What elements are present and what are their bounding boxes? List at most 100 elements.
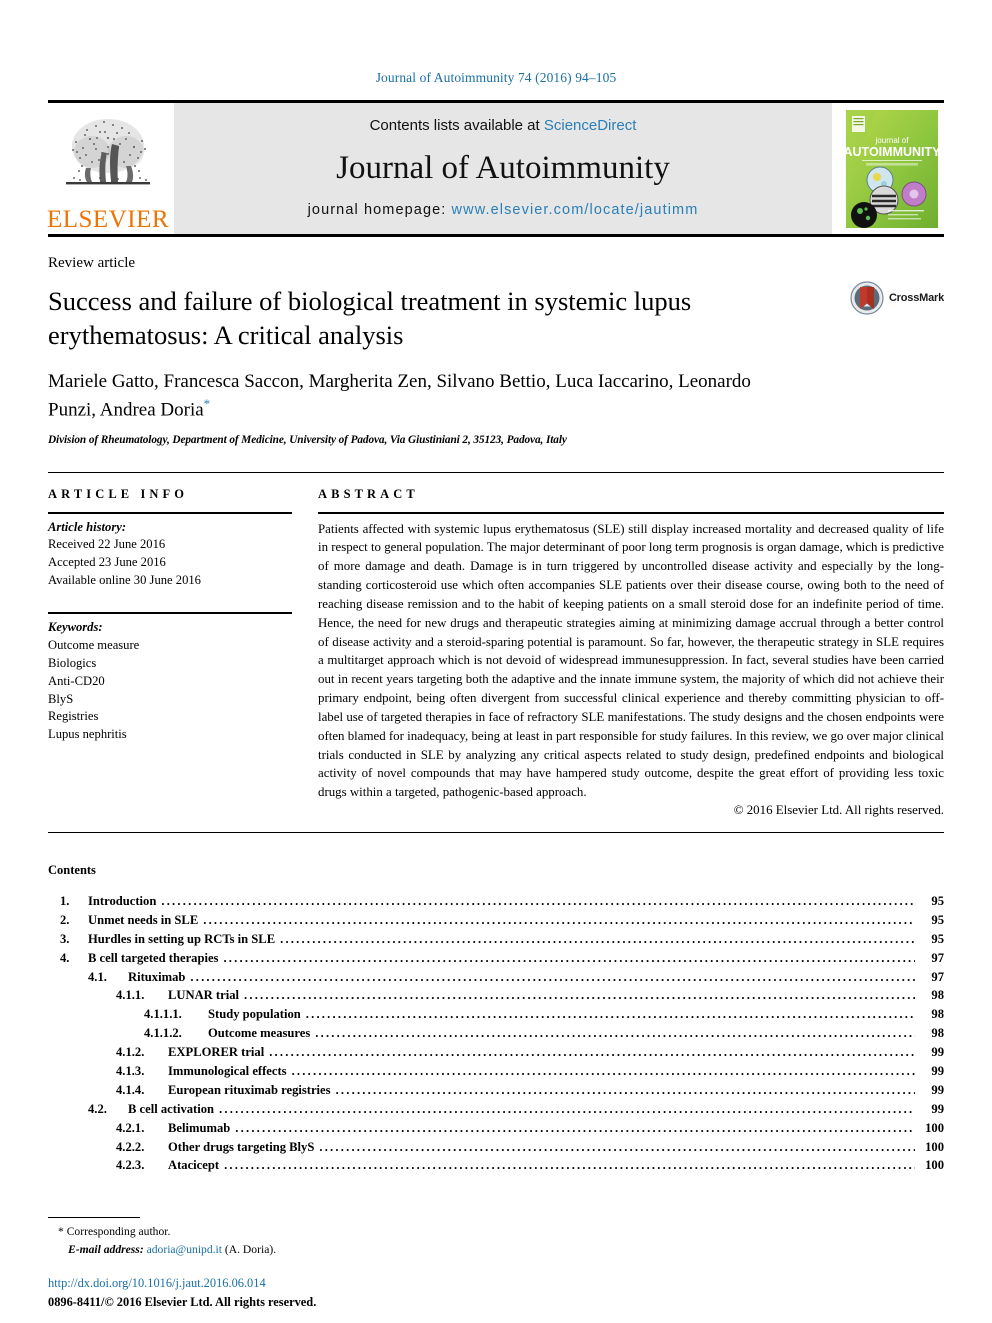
toc-page-number: 98 (931, 1007, 944, 1022)
toc-row[interactable]: 4.1.3. Immunological effects.............… (48, 1062, 944, 1081)
email-suffix: (A. Doria). (224, 1242, 277, 1256)
article-history-group: Article history: Received 22 June 2016 A… (48, 514, 292, 591)
toc-label: Study population (208, 1007, 301, 1022)
toc-label: LUNAR trial (168, 988, 240, 1003)
journal-homepage-url[interactable]: www.elsevier.com/locate/jautimm (452, 202, 699, 218)
toc-page-number: 95 (931, 894, 944, 908)
toc-row[interactable]: 4.2.1. Belimumab.........................… (48, 1119, 944, 1138)
issn-copyright-line: 0896-8411/© 2016 Elsevier Ltd. All right… (48, 1294, 317, 1309)
toc-number: 4. (60, 950, 70, 965)
table-of-contents: 1. Introduction..........................… (48, 892, 944, 1175)
toc-row[interactable]: 4.1.4. European rituximab registries.....… (48, 1081, 944, 1100)
author-names: Mariele Gatto, Francesca Saccon, Margher… (48, 370, 751, 421)
toc-page-number: 98 (931, 1026, 944, 1041)
toc-number: 4.1. (88, 969, 107, 984)
toc-row[interactable]: 4.1.1.2. Outcome measures................… (48, 1024, 944, 1043)
toc-page-number: 95 (931, 912, 944, 927)
svg-text:AUTOIMMUNITY: AUTOIMMUNITY (846, 145, 938, 159)
elsevier-tree-icon (66, 119, 150, 185)
toc-row[interactable]: 2. Unmet needs in SLE....................… (48, 911, 944, 930)
article-history-item: Available online 30 June 2016 (48, 573, 201, 588)
keywords-group: Keywords: Outcome measure Biologics Anti… (48, 607, 292, 744)
toc-page-number: 98 (931, 988, 944, 1003)
toc-label: EXPLORER trial (168, 1045, 265, 1060)
toc-number: 4.1.1.2. (144, 1026, 182, 1041)
toc-row[interactable]: 4.2.3. Atacicept.........................… (48, 1156, 944, 1175)
toc-leader-dots: ........................................… (291, 1064, 915, 1079)
toc-leader-dots: ........................................… (190, 969, 915, 984)
crossmark-label: CrossMark (888, 292, 944, 304)
toc-label: Other drugs targeting BlyS (168, 1139, 315, 1154)
corresponding-author-note: * Corresponding author. (48, 1223, 944, 1240)
doi-link[interactable]: http://dx.doi.org/10.1016/j.jaut.2016.06… (48, 1274, 944, 1293)
abstract-heading: ABSTRACT (318, 486, 419, 501)
crossmark-badge[interactable]: CrossMark (850, 281, 944, 315)
article-type-tag: Review article (48, 255, 136, 271)
contents-available-line: Contents lists available at ScienceDirec… (370, 117, 637, 134)
toc-row[interactable]: 4.1.1.1. Study population................… (48, 1005, 944, 1024)
toc-row[interactable]: 4. B cell targeted therapies.............… (48, 949, 944, 968)
toc-row[interactable]: 4.1.1. LUNAR trial.......................… (48, 986, 944, 1005)
toc-number: 4.1.1. (116, 988, 145, 1003)
toc-leader-dots: ........................................… (224, 1158, 915, 1173)
toc-number: 4.2.2. (116, 1139, 145, 1154)
abstract-column: ABSTRACT Patients affected with systemic… (318, 487, 944, 818)
toc-page-number: 100 (925, 1139, 944, 1154)
email-label: E-mail address: (68, 1242, 144, 1256)
info-abstract-block: ARTICLE INFO Article history: Received 2… (48, 471, 944, 818)
toc-leader-dots: ........................................… (235, 1120, 915, 1135)
corresponding-author-marker: * (203, 396, 211, 412)
footnote-rule (48, 1217, 140, 1219)
keyword-item: Lupus nephritis (48, 727, 127, 742)
masthead-center: Contents lists available at ScienceDirec… (174, 103, 832, 234)
elsevier-logo: ELSEVIER (47, 103, 169, 234)
footnotes-section: * Corresponding author. E-mail address: … (48, 1217, 944, 1311)
article-history-item: Received 22 June 2016 (48, 537, 166, 552)
toc-row[interactable]: 1. Introduction..........................… (48, 892, 944, 911)
keywords-label: Keywords: (48, 620, 103, 635)
corresponding-author-text: Corresponding author. (66, 1225, 171, 1239)
toc-page-number: 99 (931, 1064, 944, 1079)
journal-masthead: ELSEVIER Contents lists available at Sci… (47, 100, 944, 237)
toc-page-number: 95 (931, 931, 944, 946)
toc-label: European rituximab registries (168, 1082, 331, 1097)
toc-leader-dots: ........................................… (319, 1139, 915, 1154)
toc-number: 3. (60, 931, 70, 946)
toc-label: Rituximab (128, 969, 186, 984)
toc-label: Outcome measures (208, 1026, 311, 1041)
toc-row[interactable]: 3. Hurdles in setting up RCTs in SLE.....… (48, 930, 944, 949)
toc-number: 4.1.4. (116, 1082, 145, 1097)
toc-label: Atacicept (168, 1158, 220, 1173)
sciencedirect-link[interactable]: ScienceDirect (544, 117, 637, 134)
keyword-item: Registries (48, 709, 99, 724)
toc-label: B cell activation (128, 1101, 215, 1116)
toc-number: 4.1.2. (116, 1045, 145, 1060)
toc-leader-dots: ........................................… (223, 950, 915, 965)
toc-leader-dots: ........................................… (305, 1007, 915, 1022)
page-title: Success and failure of biological treatm… (48, 286, 692, 350)
toc-label: Belimumab (168, 1120, 231, 1135)
abstract-text: Patients affected with systemic lupus er… (318, 521, 944, 800)
paper-page: Journal of Autoimmunity 74 (2016) 94–105 (0, 0, 992, 1323)
toc-page-number: 97 (931, 950, 944, 965)
article-info-column: ARTICLE INFO Article history: Received 2… (48, 487, 292, 818)
toc-page-number: 99 (931, 1045, 944, 1060)
toc-row[interactable]: 4.2. B cell activation...................… (48, 1100, 944, 1119)
email-link[interactable]: adoria@unipd.it (147, 1243, 222, 1256)
toc-label: Unmet needs in SLE (88, 912, 199, 927)
toc-number: 4.1.3. (116, 1064, 145, 1079)
toc-label: Immunological effects (168, 1064, 287, 1079)
toc-page-number: 97 (931, 969, 944, 984)
title-block: Review article Success and failure of bi… (48, 255, 944, 446)
toc-page-number: 100 (925, 1158, 944, 1173)
toc-row[interactable]: 4.2.2. Other drugs targeting BlyS........… (48, 1138, 944, 1157)
keyword-item: Biologics (48, 655, 97, 670)
toc-row[interactable]: 4.1. Rituximab...........................… (48, 968, 944, 987)
toc-leader-dots: ........................................… (219, 1101, 915, 1116)
toc-leader-dots: ........................................… (315, 1026, 915, 1041)
toc-row[interactable]: 4.1.2. EXPLORER trial....................… (48, 1043, 944, 1062)
author-list: Mariele Gatto, Francesca Saccon, Margher… (48, 369, 768, 424)
toc-leader-dots: ........................................… (335, 1082, 915, 1097)
abstract-closing-rule (48, 832, 944, 833)
svg-text:journal of: journal of (875, 136, 910, 145)
